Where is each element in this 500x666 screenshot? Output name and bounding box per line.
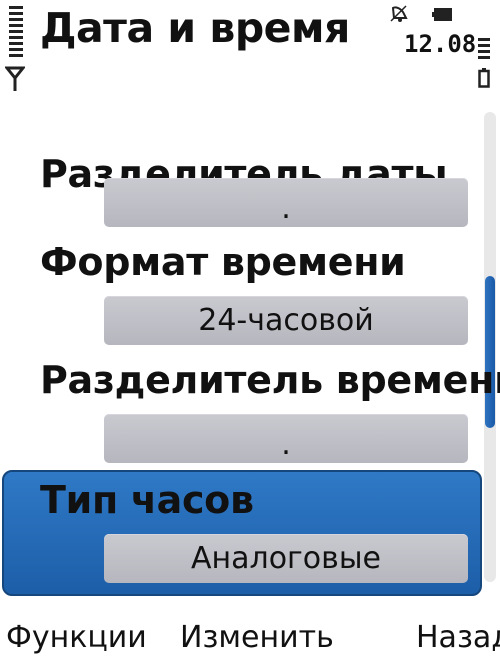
options-softkey[interactable]: Функции — [6, 620, 147, 655]
setting-time-format[interactable]: Формат времени 24-часовой — [0, 232, 480, 350]
setting-value-field[interactable]: Аналоговые — [104, 534, 468, 583]
setting-label: Формат времени — [40, 240, 406, 284]
setting-value-field[interactable]: . — [104, 414, 468, 463]
clock: 12.08 — [404, 30, 477, 58]
setting-label: Разделитель времени — [40, 358, 500, 402]
alarm-icon — [390, 5, 408, 22]
setting-date-separator[interactable]: Разделитель даты . — [0, 112, 480, 232]
battery-icon — [478, 68, 490, 88]
setting-clock-type[interactable]: Тип часов Аналоговые — [0, 470, 480, 592]
battery-status-icon — [432, 8, 452, 21]
signal-strength-icon — [9, 6, 23, 60]
page-title: Дата и время — [40, 4, 350, 52]
softkey-bar: Функции Изменить Назад — [0, 612, 500, 662]
battery-level-icon — [478, 38, 490, 62]
setting-value-field[interactable]: . — [104, 178, 468, 227]
status-bar: Дата и время 12.08 — [0, 0, 500, 108]
antenna-icon — [5, 66, 25, 91]
setting-label: Тип часов — [40, 478, 254, 522]
setting-time-separator[interactable]: Разделитель времени . — [0, 350, 500, 468]
back-softkey[interactable]: Назад — [416, 620, 500, 655]
scrollbar-thumb[interactable] — [485, 276, 495, 428]
setting-value-field[interactable]: 24-часовой — [104, 296, 468, 345]
change-softkey[interactable]: Изменить — [180, 620, 334, 655]
